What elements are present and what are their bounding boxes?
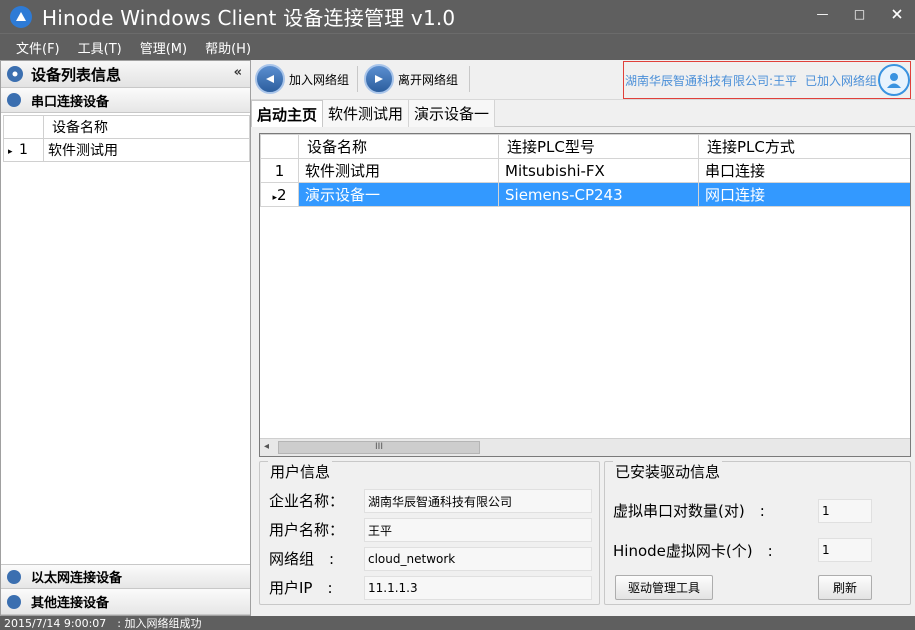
join-group-label: 加入网络组 <box>289 72 350 87</box>
driver-info-group: 已安装驱动信息 虚拟串口对数量(对) : 1 Hinode虚拟网卡(个) : 1… <box>604 461 911 605</box>
driver-info-title: 已安装驱动信息 <box>613 461 723 482</box>
company-name-label: 企业名称： <box>269 492 345 510</box>
ethernet-section-label: 以太网连接设备 <box>31 571 123 586</box>
serial-port-icon <box>7 93 21 107</box>
row-number: ▸ 1 <box>3 138 44 162</box>
table-row[interactable]: ▸ 1 软件测试用 <box>3 138 250 162</box>
row-num: 2 <box>276 185 287 204</box>
device-name-cell[interactable]: 软件测试用 <box>43 138 250 162</box>
virtual-nic-field[interactable]: 1 <box>818 538 872 562</box>
scroll-thumb[interactable]: III <box>278 441 480 454</box>
user-avatar-icon[interactable] <box>878 64 910 96</box>
device-list-title: 设备列表信息 <box>31 65 122 84</box>
grid-header-row: 设备名称 连接PLC型号 连接PLC方式 <box>260 134 910 159</box>
tab-strip: 启动主页 软件测试用 演示设备一 <box>251 100 915 127</box>
virtual-serial-field[interactable]: 1 <box>818 499 872 523</box>
network-group-field[interactable]: cloud_network <box>364 547 592 571</box>
tab-home[interactable]: 启动主页 <box>251 100 324 127</box>
group-status-text: 已加入网络组 <box>805 73 878 88</box>
refresh-button[interactable]: 刷新 <box>818 575 872 600</box>
serial-section-label: 串口连接设备 <box>31 94 110 110</box>
serial-device-table: 设备名称 ▸ 1 软件测试用 <box>3 115 250 162</box>
leave-group-label: 离开网络组 <box>398 72 459 87</box>
row-num: 1 <box>18 142 28 158</box>
plc-mode-cell[interactable]: 串口连接 <box>698 158 910 183</box>
plc-model-cell[interactable]: Siemens-CP243 <box>498 182 699 207</box>
user-status-box: 湖南华辰智通科技有限公司:王平 已加入网络组 <box>623 61 911 99</box>
row-header-corner <box>3 115 44 139</box>
row-marker-icon: ▸ <box>8 147 13 157</box>
collapse-icon[interactable]: « <box>234 65 242 80</box>
device-list-icon <box>7 66 23 82</box>
other-devices-icon <box>7 594 21 609</box>
company-user-text: 湖南华辰智通科技有限公司:王平 <box>625 73 798 88</box>
serial-section[interactable]: 串口连接设备 <box>1 88 250 113</box>
user-info-group: 用户信息 企业名称： 湖南华辰智通科技有限公司 用户名称： 王平 网络组 : c… <box>259 461 600 605</box>
user-ip-field[interactable]: 11.1.1.3 <box>364 576 592 600</box>
status-text: 2015/7/14 9:00:07 : 加入网络组成功 <box>4 617 202 630</box>
leave-arrow-icon <box>364 64 394 94</box>
company-name-field[interactable]: 湖南华辰智通科技有限公司 <box>364 489 592 513</box>
ethernet-icon <box>7 569 21 584</box>
menu-manage[interactable]: 管理(M) <box>140 38 187 57</box>
maximize-button[interactable]: □ <box>841 0 878 28</box>
plc-model-cell[interactable]: Mitsubishi-FX <box>498 158 699 183</box>
toolbar: 加入网络组 离开网络组 湖南华辰智通科技有限公司:王平 已加入网络组 <box>251 60 915 100</box>
device-list-panel: 设备列表信息 « 串口连接设备 设备名称 ▸ 1 软件测试用 以太网连接设备 其… <box>0 60 251 616</box>
horizontal-scrollbar[interactable]: ◂ III <box>260 438 910 456</box>
menu-bar: 文件(F) 工具(T) 管理(M) 帮助(H) <box>0 33 915 60</box>
row-number: 1 <box>260 158 299 183</box>
menu-file[interactable]: 文件(F) <box>16 38 60 57</box>
scroll-left-icon[interactable]: ◂ <box>264 441 269 452</box>
menu-tools[interactable]: 工具(T) <box>78 38 122 57</box>
window-title: Hinode Windows Client 设备连接管理 v1.0 <box>42 6 456 30</box>
device-grid: 设备名称 连接PLC型号 连接PLC方式 1 软件测试用 Mitsubishi-… <box>259 133 911 457</box>
device-name-cell[interactable]: 软件测试用 <box>298 158 499 183</box>
app-logo-icon <box>10 5 32 28</box>
user-info-title: 用户信息 <box>268 461 333 482</box>
col-plc-model[interactable]: 连接PLC型号 <box>498 134 699 159</box>
table-row[interactable]: 1 软件测试用 Mitsubishi-FX 串口连接 <box>260 158 910 183</box>
user-ip-label: 用户IP : <box>269 579 333 597</box>
title-bar: Hinode Windows Client 设备连接管理 v1.0 — □ <box>0 0 915 33</box>
grid-corner <box>260 134 299 159</box>
user-name-field[interactable]: 王平 <box>364 518 592 542</box>
virtual-serial-label: 虚拟串口对数量(对) : <box>613 502 765 520</box>
minimize-button[interactable]: — <box>804 0 841 28</box>
user-name-label: 用户名称： <box>269 521 345 539</box>
leave-group-button[interactable]: 离开网络组 <box>364 62 458 96</box>
row-number: ▸2 <box>260 182 299 207</box>
table-row-selected[interactable]: ▸2 演示设备一 Siemens-CP243 网口连接 <box>260 182 910 207</box>
column-header-device-name[interactable]: 设备名称 <box>43 115 250 139</box>
col-device-name[interactable]: 设备名称 <box>298 134 499 159</box>
other-section-label: 其他连接设备 <box>31 596 110 611</box>
join-group-button[interactable]: 加入网络组 <box>255 62 349 96</box>
col-plc-mode[interactable]: 连接PLC方式 <box>698 134 910 159</box>
close-button[interactable] <box>878 0 915 28</box>
menu-help[interactable]: 帮助(H) <box>205 38 251 57</box>
ethernet-section[interactable]: 以太网连接设备 <box>1 564 250 589</box>
status-bar: 2015/7/14 9:00:07 : 加入网络组成功 <box>0 616 915 630</box>
driver-tool-button[interactable]: 驱动管理工具 <box>615 575 713 600</box>
device-list-header: 设备列表信息 « <box>1 61 250 88</box>
join-arrow-icon <box>255 64 285 94</box>
virtual-nic-label: Hinode虚拟网卡(个) : <box>613 542 773 560</box>
plc-mode-cell[interactable]: 网口连接 <box>698 182 910 207</box>
tab-demo-device[interactable]: 演示设备一 <box>409 100 496 127</box>
close-icon <box>891 9 902 19</box>
network-group-label: 网络组 : <box>269 550 335 568</box>
other-section[interactable]: 其他连接设备 <box>1 589 250 615</box>
tab-software-test[interactable]: 软件测试用 <box>323 100 410 127</box>
device-name-cell[interactable]: 演示设备一 <box>298 182 499 207</box>
